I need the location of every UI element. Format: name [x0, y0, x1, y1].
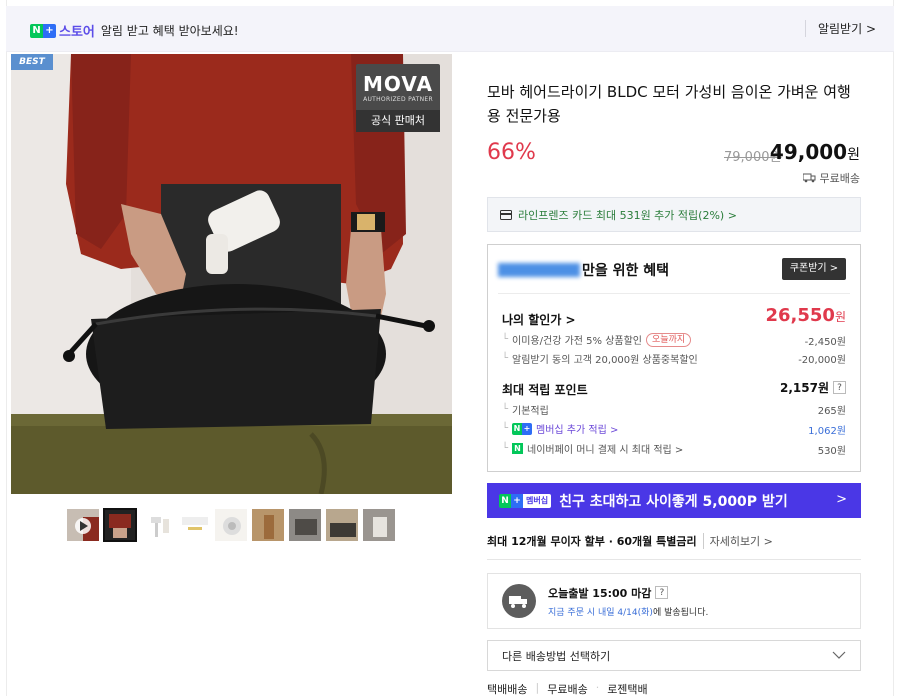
discount-item-1: └ 이미용/건강 가전 5% 상품할인 오늘까지 [502, 332, 692, 347]
thumbnail-4[interactable] [177, 508, 211, 542]
naver-pay-icon: N [512, 443, 524, 454]
help-icon[interactable]: ? [833, 381, 846, 394]
installment-text: 최대 12개월 무이자 할부 · 60개월 특별금리 [487, 535, 697, 548]
today-dispatch-text: 오늘출발 15:00 마감 [548, 586, 652, 600]
card-benefit-text: 라인프렌즈 카드 최대 531원 추가 적립(2%) > [518, 208, 737, 222]
ship-method-2: 무료배송 [547, 683, 588, 696]
divider [498, 293, 850, 294]
chevron-down-icon [832, 651, 846, 659]
mova-logo: MOVA [363, 72, 433, 96]
sale-price-value: 49,000 [769, 140, 848, 164]
delivery-info-box: 오늘출발 15:00 마감? 지금 주문 시 내일 4/14(화)에 발송됩니다… [487, 573, 861, 629]
thumbnail-strip [66, 508, 396, 542]
membership-points-row[interactable]: └ N + 멤버십 추가 적립 > [502, 421, 618, 436]
blurred-username [498, 263, 580, 277]
naver-plus-icon: N + [30, 23, 56, 38]
ship-method-3: 로젠택배 [607, 683, 648, 696]
installment-info: 최대 12개월 무이자 할부 · 60개월 특별금리 자세히보기 > [487, 533, 773, 549]
naver-plus-icon: N + [512, 422, 533, 435]
free-shipping-label: 무료배송 [819, 172, 860, 185]
discount-item-2-value: -20,000원 [798, 355, 846, 366]
store-name: 스토어 [59, 25, 95, 40]
shipping-method-label: 다른 배송방법 선택하기 [502, 649, 611, 663]
sale-price-unit: 원 [847, 147, 860, 163]
mova-subtitle: AUTHORIZED PATNER [363, 96, 433, 103]
thumbnail-2[interactable] [103, 508, 137, 542]
card-icon [500, 209, 512, 220]
discount-item-1-value: -2,450원 [804, 337, 846, 348]
discount-rate: 66% [487, 140, 536, 165]
benefit-heading: 만을 위한 혜택 [498, 260, 669, 280]
base-points-value: 265원 [817, 406, 846, 417]
product-main-image[interactable]: BEST MOVA AUTHORIZED PATNER 공식 판매처 [11, 54, 452, 494]
points-value: 2,157원 [780, 381, 829, 395]
help-icon[interactable]: ? [655, 586, 669, 599]
thumbnail-8[interactable] [325, 508, 359, 542]
promo-text: 친구 초대하고 사이좋게 5,000P 받기 [559, 493, 788, 510]
notice-text: 알림 받고 혜택 받아보세요! [100, 24, 239, 38]
installment-more-link[interactable]: 자세히보기 > [702, 533, 773, 549]
sale-price: 49,000원 [770, 140, 860, 164]
npay-points-value: 530원 [817, 446, 846, 457]
coupon-button[interactable]: 쿠폰받기 > [782, 258, 846, 280]
today-dispatch: 오늘출발 15:00 마감? [548, 585, 708, 601]
play-icon [67, 509, 99, 541]
membership-points-value: 1,062원 [808, 426, 846, 437]
store-logo[interactable]: N + 스토어 알림 받고 혜택 받아보세요! [30, 21, 239, 40]
base-points-label: 기본적립 [512, 406, 549, 417]
thumbnail-6[interactable] [251, 508, 285, 542]
divider [487, 559, 861, 560]
ship-method-1: 택배배송 [487, 683, 528, 696]
thumbnail-5[interactable] [214, 508, 248, 542]
truck-icon [802, 173, 816, 183]
thumbnail-7[interactable] [288, 508, 322, 542]
notification-subscribe-button[interactable]: 알림받기 > [804, 20, 876, 37]
truck-icon [502, 584, 536, 618]
mova-official-label: 공식 판매처 [356, 110, 440, 132]
benefit-box: 만을 위한 혜택 쿠폰받기 > 나의 할인가 > 26,550원 └ 이미용/건강… [487, 244, 861, 472]
npay-points-label: 네이버페이 머니 결제 시 최대 적립 > [527, 445, 684, 456]
npay-points-row[interactable]: └ N 네이버페이 머니 결제 시 최대 적립 > [502, 441, 683, 456]
my-discount-value: 26,550 [765, 305, 835, 326]
best-tag: BEST [11, 54, 53, 70]
shipping-method-select[interactable]: 다른 배송방법 선택하기 [487, 640, 861, 671]
thumbnail-9[interactable] [362, 508, 396, 542]
mova-official-badge: MOVA AUTHORIZED PATNER 공식 판매처 [356, 64, 440, 132]
product-title: 모바 헤어드라이기 BLDC 모터 가성비 음이온 가벼운 여행용 전문가용 [487, 83, 851, 125]
dispatch-date: 지금 주문 시 내일 4/14(화)에 발송됩니다. [548, 607, 709, 618]
my-discount-unit: 원 [834, 310, 846, 324]
today-only-tag: 오늘까지 [646, 332, 692, 347]
benefit-heading-text: 만을 위한 혜택 [582, 263, 670, 279]
card-benefit-banner[interactable]: 라인프렌즈 카드 최대 531원 추가 적립(2%) > [487, 197, 861, 232]
membership-points-label: 멤버십 추가 적립 > [536, 425, 619, 436]
discount-item-1-label: 이미용/건강 가전 5% 상품할인 [512, 336, 643, 347]
shipping-methods: 택배배송 | 무료배송 · 로젠택배 [487, 681, 648, 696]
chevron-right-icon: > [836, 492, 847, 507]
base-points-row: └ 기본적립 [502, 404, 549, 417]
invite-promo-banner[interactable]: N + 멤버십 친구 초대하고 사이좋게 5,000P 받기 > [487, 483, 861, 518]
points-total: 2,157원? [780, 379, 846, 396]
thumbnail-video[interactable] [66, 508, 100, 542]
discount-item-2-label: 알림받기 동의 고객 20,000원 상품중복할인 [512, 355, 698, 366]
my-discount-price: 26,550원 [765, 305, 846, 326]
discount-item-2: └ 알림받기 동의 고객 20,000원 상품중복할인 [502, 353, 698, 366]
my-discount-label[interactable]: 나의 할인가 > [502, 311, 576, 328]
thumbnail-3[interactable] [140, 508, 174, 542]
notice-bar: N + 스토어 알림 받고 혜택 받아보세요! 알림받기 > [6, 6, 894, 52]
free-shipping: 무료배송 [802, 170, 860, 186]
membership-badge: N + 멤버십 [499, 493, 552, 508]
points-label: 최대 적립 포인트 [502, 383, 588, 397]
